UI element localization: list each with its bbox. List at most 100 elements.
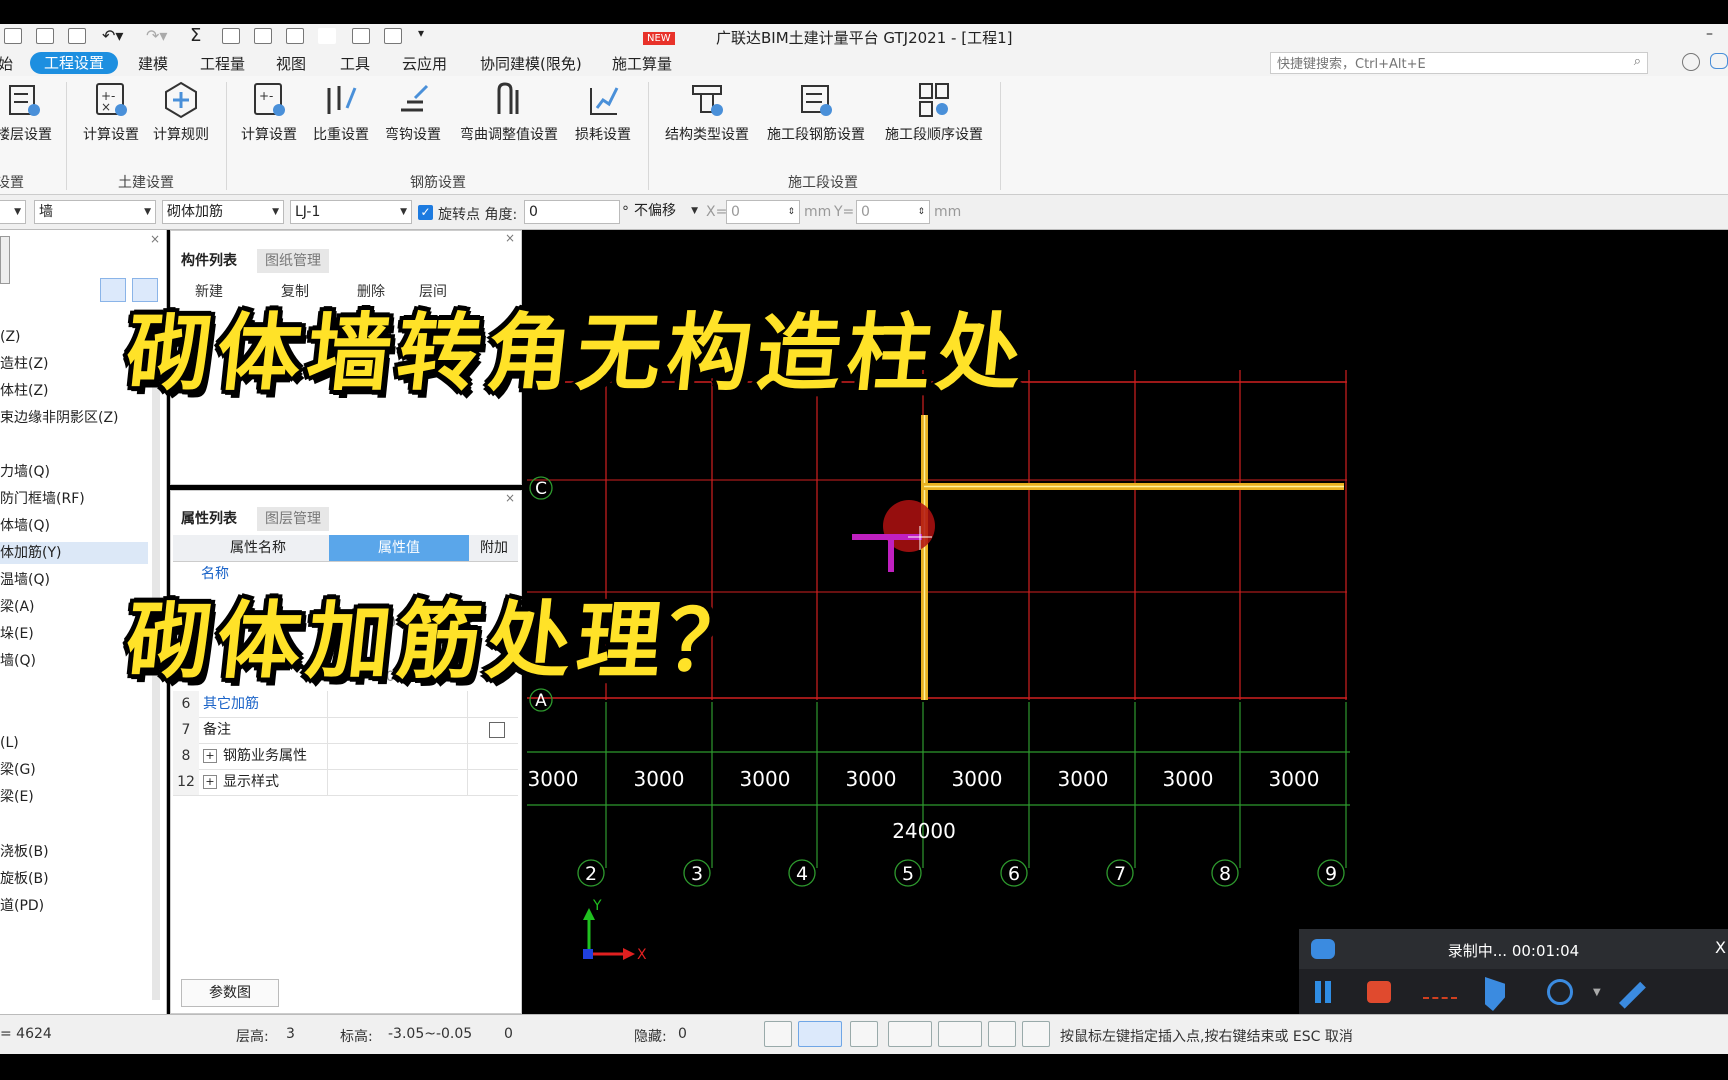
grid-icon[interactable] [254,28,272,44]
stop-icon[interactable] [1367,981,1391,1003]
menu-collab[interactable]: 协同建模(限免) [480,53,582,74]
chevron-down-icon[interactable]: ▼ [1593,987,1601,998]
new-file-icon[interactable] [4,28,22,44]
offset-combo[interactable]: 不偏移 ▼ [630,200,702,224]
tree-item[interactable]: 墙(Q) [0,650,36,672]
tree-item[interactable]: 温墙(Q) [0,569,50,591]
tree-item[interactable]: 力墙(Q) [0,461,50,483]
display-icon[interactable] [988,1021,1016,1047]
offset-snap-icon[interactable] [938,1021,982,1047]
tab-layer-manage[interactable]: 图层管理 [257,507,329,531]
close-icon[interactable]: × [150,232,160,246]
webcam-icon[interactable] [1547,979,1573,1005]
tree-item[interactable]: (Z) [0,326,21,348]
calc-settings-button-1[interactable]: +- × 计算设置 [78,80,144,144]
tree-item[interactable]: 垛(E) [0,623,34,645]
annotation-icon[interactable] [1423,997,1457,1001]
bottom-black-bar [0,1054,1728,1080]
tree-item[interactable]: 浇板(B) [0,841,49,863]
arc-icon[interactable] [1022,1021,1050,1047]
tree-item[interactable]: 梁(G) [0,759,36,781]
stage-rebar-button[interactable]: 施工段钢筋设置 [760,80,872,144]
ortho-icon[interactable] [764,1021,792,1047]
tab-drawing-manage[interactable]: 图纸管理 [257,249,329,273]
menu-construction[interactable]: 施工算量 [612,53,672,74]
undo-icon[interactable]: ↶▾ [102,26,123,45]
x-input[interactable]: 0 ⇕ [726,200,800,224]
angle-input[interactable]: 0 [524,200,620,224]
floor-settings-button[interactable]: 楼层设置 [0,80,54,144]
angle-snap-icon[interactable] [888,1021,932,1047]
pen-icon[interactable] [1619,981,1646,1009]
category-combo[interactable]: 墙 ▼ [34,200,156,224]
bend-adjust-button[interactable]: 弯曲调整值设置 [454,80,564,144]
tree-item[interactable]: 梁(A) [0,596,35,618]
tree-item[interactable]: 防门框墙(RF) [0,488,85,510]
table-icon[interactable] [352,28,370,44]
calc-settings-button-2[interactable]: +- 计算设置 [236,80,302,144]
close-icon[interactable]: × [505,231,515,245]
menu-quantity[interactable]: 工程量 [200,53,245,74]
tab-property-list[interactable]: 属性列表 [173,507,245,531]
recorder-status: 录制中... 00:01:04 [1447,942,1580,960]
redo-icon[interactable]: ↷▾ [146,26,167,45]
hook-settings-button[interactable]: 弯钩设置 [380,80,446,144]
menu-start[interactable]: 始 [0,53,13,74]
tab-component-list[interactable]: 构件列表 [173,249,245,273]
component-combo[interactable]: LJ-1 ▼ [290,200,412,224]
tree-item[interactable]: 道(PD) [0,895,44,917]
search-input[interactable] [1275,54,1609,74]
floor-combo[interactable]: ▼ [0,200,26,224]
pointer-icon[interactable] [1485,977,1505,1011]
menu-view[interactable]: 视图 [276,53,306,74]
recorder-close-icon[interactable]: X [1715,938,1726,957]
row-label: 备注 [203,722,231,738]
report-icon[interactable] [222,28,240,44]
structure-type-button[interactable]: 结构类型设置 [658,80,756,144]
menu-cloud[interactable]: 云应用 [402,53,447,74]
search-icon[interactable]: ⌕ [1634,54,1641,69]
stage-order-button[interactable]: 施工段顺序设置 [878,80,990,144]
tree-item[interactable]: 造柱(Z) [0,353,49,375]
tree-item[interactable]: 体加筋(Y) [0,542,148,564]
density-settings-button[interactable]: 比重设置 [308,80,374,144]
cross-snap-icon[interactable] [850,1021,878,1047]
pen-icon[interactable] [318,28,336,44]
type-combo[interactable]: 砌体加筋 ▼ [162,200,284,224]
tree-item[interactable]: 束边缘非阴影区(Z) [0,407,119,429]
menu-modeling[interactable]: 建模 [138,53,168,74]
open-folder-icon[interactable] [36,28,54,44]
y-input[interactable]: 0 ⇕ [856,200,930,224]
snap-toggle-icon[interactable] [798,1021,842,1047]
save-icon[interactable] [68,28,86,44]
minimize-icon[interactable]: – [1706,26,1713,42]
tree-item[interactable]: 旋板(B) [0,868,49,890]
message-icon[interactable] [1710,53,1728,69]
menu-project-settings[interactable]: 工程设置 [30,52,119,74]
tree-collapse-handle[interactable] [0,236,10,284]
close-icon[interactable]: × [505,491,515,505]
calc-rules-button[interactable]: 计算规则 [148,80,214,144]
tree-item[interactable]: 梁(E) [0,786,34,808]
pause-icon-bar [1325,981,1331,1003]
pause-icon[interactable] [1315,981,1321,1003]
customize-icon[interactable]: ▾ [418,26,424,40]
layout-icon[interactable] [286,28,304,44]
param-diagram-button[interactable]: 参数图 [181,979,279,1007]
sync-icon[interactable] [384,28,402,44]
tree-item[interactable]: 体墙(Q) [0,515,50,537]
dimension-label: 3000 [1163,767,1214,791]
expand-icon[interactable]: + [203,749,217,763]
list-view-icon[interactable] [100,278,126,302]
tree-item[interactable]: 体柱(Z) [0,380,49,402]
sum-icon[interactable]: Σ [190,25,201,46]
user-icon[interactable] [1682,53,1700,71]
tree-item[interactable]: (L) [0,732,19,754]
attach-checkbox[interactable] [489,722,505,738]
loss-settings-button[interactable]: 损耗设置 [570,80,636,144]
menu-tools[interactable]: 工具 [340,53,370,74]
recorder-header: 录制中... 00:01:04 X [1299,929,1728,969]
rotate-checkbox[interactable]: ✓ [418,205,433,220]
search-box[interactable]: ⌕ [1270,52,1648,74]
expand-icon[interactable]: + [203,775,217,789]
